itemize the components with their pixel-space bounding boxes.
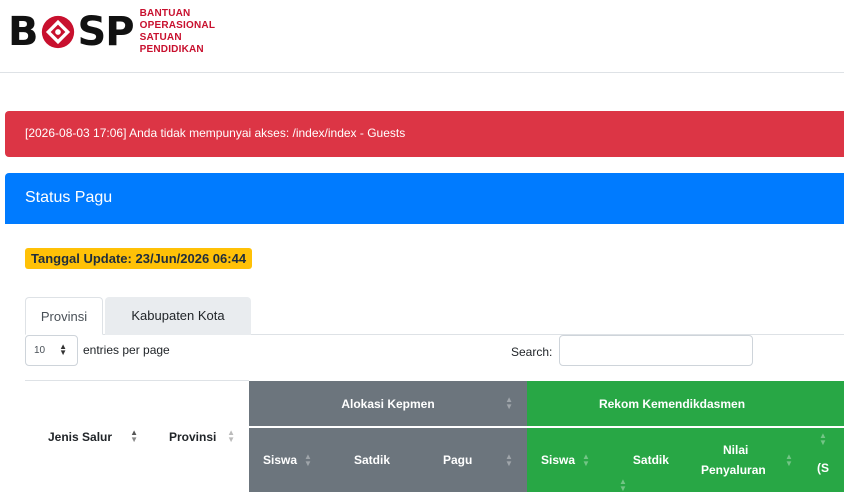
sort-asc-icon: ▲ ▼ bbox=[130, 428, 138, 444]
logo-tagline-line: PENDIDIKAN bbox=[139, 44, 204, 55]
col-provinsi-header[interactable]: Provinsi ▲ ▼ bbox=[144, 381, 249, 492]
col-satdik-label: Satdik bbox=[632, 453, 669, 467]
col-jenis-salur-label: Jenis Salur bbox=[48, 429, 113, 444]
logo-letters-sp: SP bbox=[77, 9, 135, 55]
col-satdik-label: Satdik bbox=[354, 453, 391, 467]
card-header: Status Pagu bbox=[5, 173, 844, 224]
logo-tagline-line: BANTUAN bbox=[139, 8, 191, 19]
sort-icon: ▲ ▼ bbox=[227, 428, 235, 444]
search-input[interactable] bbox=[559, 335, 753, 366]
col-jenis-salur-header[interactable]: Jenis Salur ▲ ▼ bbox=[25, 381, 144, 492]
logo-tagline: BANTUAN OPERASIONAL SATUAN PENDIDIKAN bbox=[140, 8, 216, 56]
group-rekom-label: Rekom Kemendikdasmen bbox=[598, 396, 746, 411]
entries-per-page-value: 10 bbox=[34, 345, 46, 356]
col-penyaluran-label: Penyaluran bbox=[701, 463, 766, 477]
col-alokasi-pagu-header[interactable]: Pagu ▲ ▼ bbox=[421, 428, 527, 492]
logo-tagline-line: OPERASIONAL bbox=[139, 20, 216, 31]
logo-tagline-line: SATUAN bbox=[139, 32, 182, 43]
col-alokasi-satdik-header[interactable]: Satdik bbox=[335, 428, 421, 492]
update-date-badge: Tanggal Update: 23/Jun/2026 06:44 bbox=[25, 248, 253, 269]
site-header: B SP BANTUAN OPERASIONAL SATUAN PENDIDIK… bbox=[0, 0, 844, 73]
access-denied-alert: [2026-08-03 17:06] Anda tidak mempunyai … bbox=[5, 111, 844, 157]
group-rekom-header[interactable]: Rekom Kemendikdasmen bbox=[527, 381, 844, 426]
group-alokasi-kepmen-header[interactable]: Alokasi Kepmen ▲ ▼ bbox=[249, 381, 527, 426]
col-nilai-penyaluran-header[interactable]: Nilai Penyaluran ▲ ▼ bbox=[693, 428, 803, 492]
col-partial-label: (S bbox=[817, 461, 829, 475]
col-nilai-label: Nilai bbox=[723, 443, 749, 457]
select-arrows-icon: ▲ ▼ bbox=[59, 342, 67, 357]
logo-emblem-icon bbox=[41, 15, 74, 49]
col-pagu-label: Pagu bbox=[443, 453, 473, 467]
logo-letter-b: B bbox=[8, 9, 38, 55]
bosp-logo[interactable]: B SP BANTUAN OPERASIONAL SATUAN PENDIDIK… bbox=[8, 8, 215, 56]
sort-icon: ▲ ▼ bbox=[505, 395, 513, 411]
col-partial-header[interactable]: ▲ ▼ (S bbox=[803, 428, 844, 492]
sort-icon: ▲ ▼ bbox=[619, 477, 627, 492]
region-tabs: Provinsi Kabupaten Kota bbox=[25, 297, 844, 335]
sort-icon: ▲ ▼ bbox=[819, 431, 827, 447]
sort-icon: ▲ ▼ bbox=[304, 452, 312, 468]
group-alokasi-kepmen-label: Alokasi Kepmen bbox=[341, 396, 435, 411]
col-rekom-satdik-header[interactable]: ▲ ▼ Satdik bbox=[613, 428, 693, 492]
col-siswa-label: Siswa bbox=[263, 453, 298, 467]
col-alokasi-siswa-header[interactable]: Siswa ▲ ▼ bbox=[249, 428, 335, 492]
col-rekom-siswa-header[interactable]: Siswa ▲ ▼ bbox=[527, 428, 613, 492]
card-title: Status Pagu bbox=[25, 189, 113, 206]
col-provinsi-label: Provinsi bbox=[169, 429, 217, 444]
entries-per-page-label: entries per page bbox=[83, 343, 170, 357]
sort-icon: ▲ ▼ bbox=[785, 452, 793, 468]
sort-icon: ▲ ▼ bbox=[582, 452, 590, 468]
tab-kabupaten-kota[interactable]: Kabupaten Kota bbox=[105, 297, 251, 335]
logo-wordmark: B SP bbox=[8, 9, 135, 55]
col-siswa-label: Siswa bbox=[541, 453, 576, 467]
alert-message: [2026-08-03 17:06] Anda tidak mempunyai … bbox=[25, 126, 406, 140]
sort-icon: ▲ ▼ bbox=[505, 452, 513, 468]
tab-provinsi[interactable]: Provinsi bbox=[25, 297, 103, 335]
entries-per-page-select[interactable]: 10 ▲ ▼ bbox=[25, 335, 78, 366]
search-label: Search: bbox=[511, 345, 553, 359]
